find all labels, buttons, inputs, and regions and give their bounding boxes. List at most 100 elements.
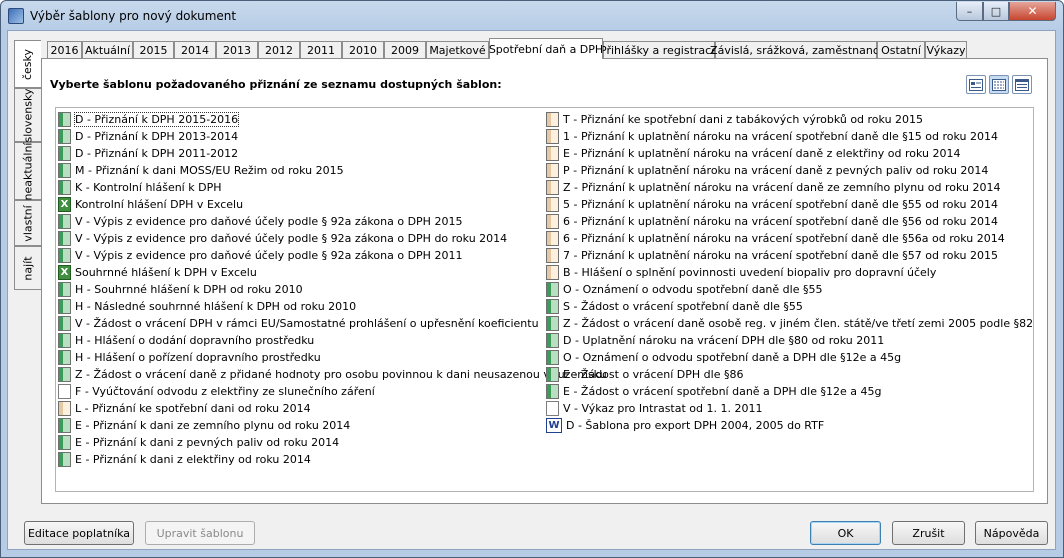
template-list-item[interactable]: E - Přiznání k dani ze zemního plynu od …: [58, 417, 609, 434]
template-list[interactable]: D - Přiznání k DPH 2015-2016 D - Přiznání…: [55, 107, 1034, 492]
template-list-item[interactable]: D - Přiznání k DPH 2013-2014: [58, 128, 609, 145]
template-list-item-label: V - Žádost o vrácení DPH v rámci EU/Samo…: [75, 317, 539, 330]
view-table-button[interactable]: [1012, 75, 1032, 94]
template-list-item[interactable]: 7 - Přiznání k uplatnění nároku na vráce…: [546, 247, 1035, 264]
template-list-item[interactable]: D - Uplatnění nároku na vrácení DPH dle …: [546, 332, 1035, 349]
template-list-item[interactable]: 6 - Přiznání k uplatnění nároku na vráce…: [546, 230, 1035, 247]
template-list-item[interactable]: E - Přiznání k dani z elektřiny od roku …: [58, 451, 609, 468]
template-list-item[interactable]: V - Výpis z evidence pro daňové účely po…: [58, 213, 609, 230]
template-list-item-label: Z - Žádost o vrácení daně z přidané hodn…: [75, 368, 607, 381]
template-list-item[interactable]: D - Přiznání k DPH 2015-2016: [58, 111, 609, 128]
tab-2016[interactable]: 2016: [47, 41, 82, 59]
tab-majetkove[interactable]: Majetkové: [426, 41, 489, 59]
side-tab-najit[interactable]: najít: [14, 246, 41, 290]
template-list-item[interactable]: L - Přiznání ke spotřební dani od roku 2…: [58, 400, 609, 417]
white-doc-icon: [546, 401, 559, 416]
view-list-button[interactable]: [989, 75, 1009, 94]
green-doc-icon: [58, 350, 71, 365]
template-list-item[interactable]: S - Žádost o vrácení spotřební daně dle …: [546, 298, 1035, 315]
template-list-item[interactable]: V - Výkaz pro Intrastat od 1. 1. 2011: [546, 400, 1035, 417]
template-list-item[interactable]: 1 - Přiznání k uplatnění nároku na vráce…: [546, 128, 1035, 145]
template-list-item[interactable]: 6 - Přiznání k uplatnění nároku na vráce…: [546, 213, 1035, 230]
template-list-item[interactable]: Z - Žádost o vrácení daně z přidané hodn…: [58, 366, 609, 383]
tab-vykazy[interactable]: Výkazy: [925, 41, 967, 59]
tab-2010[interactable]: 2010: [342, 41, 384, 59]
template-list-item[interactable]: B - Hlášení o splnění povinnosti uvedení…: [546, 264, 1035, 281]
tab-2012[interactable]: 2012: [258, 41, 300, 59]
details-view-icon: [969, 78, 983, 91]
edit-taxpayer-button[interactable]: Editace poplatníka: [24, 521, 134, 545]
tab-2011[interactable]: 2011: [300, 41, 342, 59]
template-list-item[interactable]: K - Kontrolní hlášení k DPH: [58, 179, 609, 196]
side-tab-slovensky[interactable]: slovensky: [14, 88, 41, 142]
template-list-item-label: B - Hlášení o splnění povinnosti uvedení…: [563, 266, 937, 279]
green-doc-icon: [58, 435, 71, 450]
tab-2013[interactable]: 2013: [216, 41, 258, 59]
green-doc-icon: [58, 231, 71, 246]
template-list-item[interactable]: E - Přiznání k dani z pevných paliv od r…: [58, 434, 609, 451]
side-tab-vlastni[interactable]: vlastní: [14, 200, 41, 246]
tab-spotrebni-dan-a-dph[interactable]: Spotřební daň a DPH: [489, 38, 603, 59]
word-doc-icon: W: [546, 418, 562, 433]
title-bar[interactable]: Výběr šablony pro nový dokument – □ ✕: [1, 1, 1063, 31]
template-list-item[interactable]: V - Výpis z evidence pro daňové účely po…: [58, 230, 609, 247]
edit-template-button[interactable]: Upravit šablonu: [145, 521, 255, 545]
template-list-item-label: 6 - Přiznání k uplatnění nároku na vráce…: [563, 215, 999, 228]
template-list-item[interactable]: H - Hlášení o pořízení dopravního prostř…: [58, 349, 609, 366]
template-list-item[interactable]: 5 - Přiznání k uplatnění nároku na vráce…: [546, 196, 1035, 213]
template-list-item[interactable]: V - Výpis z evidence pro daňové účely po…: [58, 247, 609, 264]
template-list-item[interactable]: Z - Žádost o vrácení daně osobě reg. v j…: [546, 315, 1035, 332]
tab-ostatni[interactable]: Ostatní: [877, 41, 925, 59]
green-doc-icon: [546, 384, 559, 399]
green-doc-icon: [58, 299, 71, 314]
template-list-item-label: H - Hlášení o dodání dopravního prostřed…: [75, 334, 315, 347]
template-list-item[interactable]: P - Přiznání k uplatnění nároku na vráce…: [546, 162, 1035, 179]
template-list-item[interactable]: T - Přiznání ke spotřební dani z tabákov…: [546, 111, 1035, 128]
template-list-item[interactable]: D - Přiznání k DPH 2011-2012: [58, 145, 609, 162]
template-list-item[interactable]: E - Žádost o vrácení spotřební daně a DP…: [546, 383, 1035, 400]
template-list-item-label: O - Oznámení o odvodu spotřební daně dle…: [563, 283, 823, 296]
tab-aktualni[interactable]: Aktuální: [82, 41, 133, 59]
close-button[interactable]: ✕: [1009, 2, 1056, 21]
template-list-item[interactable]: F - Vyúčtování odvodu z elektřiny ze slu…: [58, 383, 609, 400]
template-list-item-label: E - Žádost o vrácení DPH dle §86: [563, 368, 744, 381]
template-list-item[interactable]: X Kontrolní hlášení DPH v Excelu: [58, 196, 609, 213]
view-details-button[interactable]: [966, 75, 986, 94]
template-list-item[interactable]: H - Následné souhrnné hlášení k DPH od r…: [58, 298, 609, 315]
template-list-item-label: Z - Žádost o vrácení daně osobě reg. v j…: [563, 317, 1034, 330]
minimize-button[interactable]: –: [956, 2, 983, 21]
template-list-item[interactable]: V - Žádost o vrácení DPH v rámci EU/Samo…: [58, 315, 609, 332]
side-tab-cesky[interactable]: česky: [14, 40, 41, 88]
template-list-item-label: 1 - Přiznání k uplatnění nároku na vráce…: [563, 130, 999, 143]
tab-2014[interactable]: 2014: [174, 41, 216, 59]
orange-doc-icon: [58, 401, 71, 416]
template-list-item-label: D - Přiznání k DPH 2013-2014: [75, 130, 239, 143]
tab-prihlasky-a-registrace[interactable]: Přihlášky a registrace: [600, 41, 718, 59]
tab-2009[interactable]: 2009: [384, 41, 426, 59]
template-list-item[interactable]: E - Přiznání k uplatnění nároku na vráce…: [546, 145, 1035, 162]
template-list-item[interactable]: E - Žádost o vrácení DPH dle §86: [546, 366, 1035, 383]
template-list-item-label: H - Následné souhrnné hlášení k DPH od r…: [75, 300, 357, 313]
green-doc-icon: [58, 214, 71, 229]
template-list-item-label: F - Vyúčtování odvodu z elektřiny ze slu…: [75, 385, 375, 398]
template-list-item-label: E - Přiznání k uplatnění nároku na vráce…: [563, 147, 961, 160]
tab-2015[interactable]: 2015: [133, 41, 174, 59]
tab-zavisla-srazkova-zamestnanci[interactable]: Závislá, srážková, zaměstnanci: [710, 41, 882, 59]
help-button[interactable]: Nápověda: [975, 521, 1048, 545]
ok-button[interactable]: OK: [810, 521, 881, 545]
template-list-item[interactable]: Z - Přiznání k uplatnění nároku na vráce…: [546, 179, 1035, 196]
green-doc-icon: [546, 316, 559, 331]
template-list-item[interactable]: W D - Šablona pro export DPH 2004, 2005 d…: [546, 417, 1035, 434]
side-tab-neaktualni[interactable]: neaktuální: [14, 142, 41, 200]
template-list-item[interactable]: O - Oznámení o odvodu spotřební daně dle…: [546, 281, 1035, 298]
template-list-item[interactable]: X Souhrnné hlášení k DPH v Excelu: [58, 264, 609, 281]
cancel-button[interactable]: Zrušit: [892, 521, 965, 545]
template-list-item[interactable]: M - Přiznání k dani MOSS/EU Režim od rok…: [58, 162, 609, 179]
template-list-item[interactable]: H - Souhrnné hlášení k DPH od roku 2010: [58, 281, 609, 298]
template-list-item-label: V - Výpis z evidence pro daňové účely po…: [75, 232, 508, 245]
maximize-button[interactable]: □: [983, 2, 1009, 21]
template-list-item[interactable]: H - Hlášení o dodání dopravního prostřed…: [58, 332, 609, 349]
green-doc-icon: [58, 112, 71, 127]
template-list-item[interactable]: O - Oznámení o odvodu spotřební daně a D…: [546, 349, 1035, 366]
orange-doc-icon: [546, 129, 559, 144]
